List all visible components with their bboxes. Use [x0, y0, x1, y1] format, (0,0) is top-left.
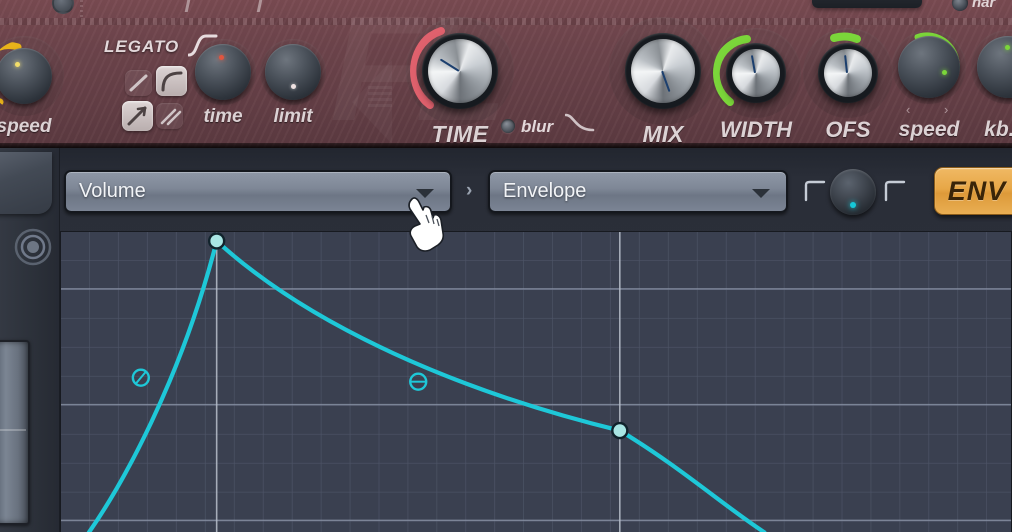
vertical-level-slider[interactable]: [0, 340, 30, 525]
knob-label-ofs: OFS: [825, 117, 871, 142]
chevron-down-icon-2: [752, 188, 770, 198]
type-select[interactable]: Envelope: [488, 170, 788, 213]
legato-arrow-button[interactable]: [122, 101, 153, 131]
linear-slope-icon: [129, 74, 148, 92]
knob-speed-right[interactable]: ‹ › speed: [892, 30, 966, 141]
decay-tension-handle: [409, 372, 428, 391]
target-select[interactable]: Volume: [64, 170, 452, 213]
legato-curve-button[interactable]: [156, 66, 187, 96]
envelope-graph[interactable]: [60, 231, 1012, 532]
curve-tail-icon: [565, 113, 595, 132]
tick-mark-1: [184, 0, 191, 12]
knob-label-limit: limit: [273, 106, 313, 127]
knob-label-time: time: [203, 106, 243, 127]
pointing-hand-cursor: [408, 197, 445, 252]
double-arrow-icon: [127, 106, 147, 126]
env-button-label: ENV: [947, 175, 1007, 206]
partial-knob-top[interactable]: [52, 0, 74, 14]
legato-title: LEGATO: [104, 37, 180, 56]
env-button[interactable]: ENV: [934, 167, 1012, 215]
step-curve-left-icon[interactable]: [804, 179, 826, 203]
knob-time-small[interactable]: time: [190, 39, 256, 127]
knob-label-time-big: TIME: [431, 121, 489, 147]
perforation-strip: [0, 18, 1012, 25]
peak-node: [207, 232, 226, 250]
rail-tab[interactable]: [0, 152, 52, 214]
concave-curve-icon: [161, 71, 183, 92]
decay-segment: [214, 238, 622, 433]
hardware-panel: FL har speed LEGATO: [0, 0, 1012, 148]
knob-limit[interactable]: limit: [260, 39, 326, 127]
knob-label-width: WIDTH: [719, 117, 793, 142]
legato-double-button[interactable]: [156, 103, 183, 129]
release-segment: [617, 428, 767, 532]
hard-label: har: [972, 0, 996, 11]
knob-kb[interactable]: kb.: [971, 30, 1012, 141]
envelope-curve[interactable]: [61, 232, 1011, 532]
knob-ofs[interactable]: OFS: [803, 28, 893, 142]
tick-mark-2: [256, 0, 263, 12]
perforation-vertical: [80, 0, 83, 20]
knob-label-mix: MIX: [642, 121, 684, 147]
knob-speed-left[interactable]: speed: [0, 36, 64, 137]
target-circles-icon[interactable]: [14, 228, 52, 266]
attack-segment: [86, 238, 219, 532]
speed-next-arrow[interactable]: ›: [944, 102, 948, 117]
attack-tension-handle: [131, 368, 151, 387]
watermark-bars: [368, 86, 392, 110]
knob-width[interactable]: WIDTH: [711, 28, 801, 142]
blur-label: blur: [521, 117, 554, 136]
top-tab-module[interactable]: [812, 0, 922, 8]
knob-label-speed-right: speed: [898, 118, 960, 141]
target-select-value: Volume: [79, 180, 146, 202]
knob-label-kb: kb.: [984, 118, 1012, 141]
breadcrumb-separator: ›: [466, 180, 473, 201]
knob-time-big[interactable]: TIME: [406, 17, 514, 147]
knob-label-speed-left: speed: [0, 116, 52, 137]
envelope-toolbar: Volume › Envelope ENV: [60, 162, 1012, 222]
plugin-window: FL har speed LEGATO: [0, 0, 1012, 532]
legato-linear-button[interactable]: [125, 70, 152, 96]
double-slash-icon: [160, 108, 182, 126]
speed-prev-arrow[interactable]: ‹: [906, 102, 910, 117]
tension-knob[interactable]: [830, 169, 876, 215]
sustain-node: [611, 421, 629, 440]
step-curve-right-icon[interactable]: [884, 179, 906, 203]
blur-toggle[interactable]: [501, 119, 515, 133]
type-select-value: Envelope: [503, 180, 587, 202]
knob-mix[interactable]: MIX: [609, 17, 717, 147]
hard-led-icon[interactable]: [952, 0, 968, 11]
